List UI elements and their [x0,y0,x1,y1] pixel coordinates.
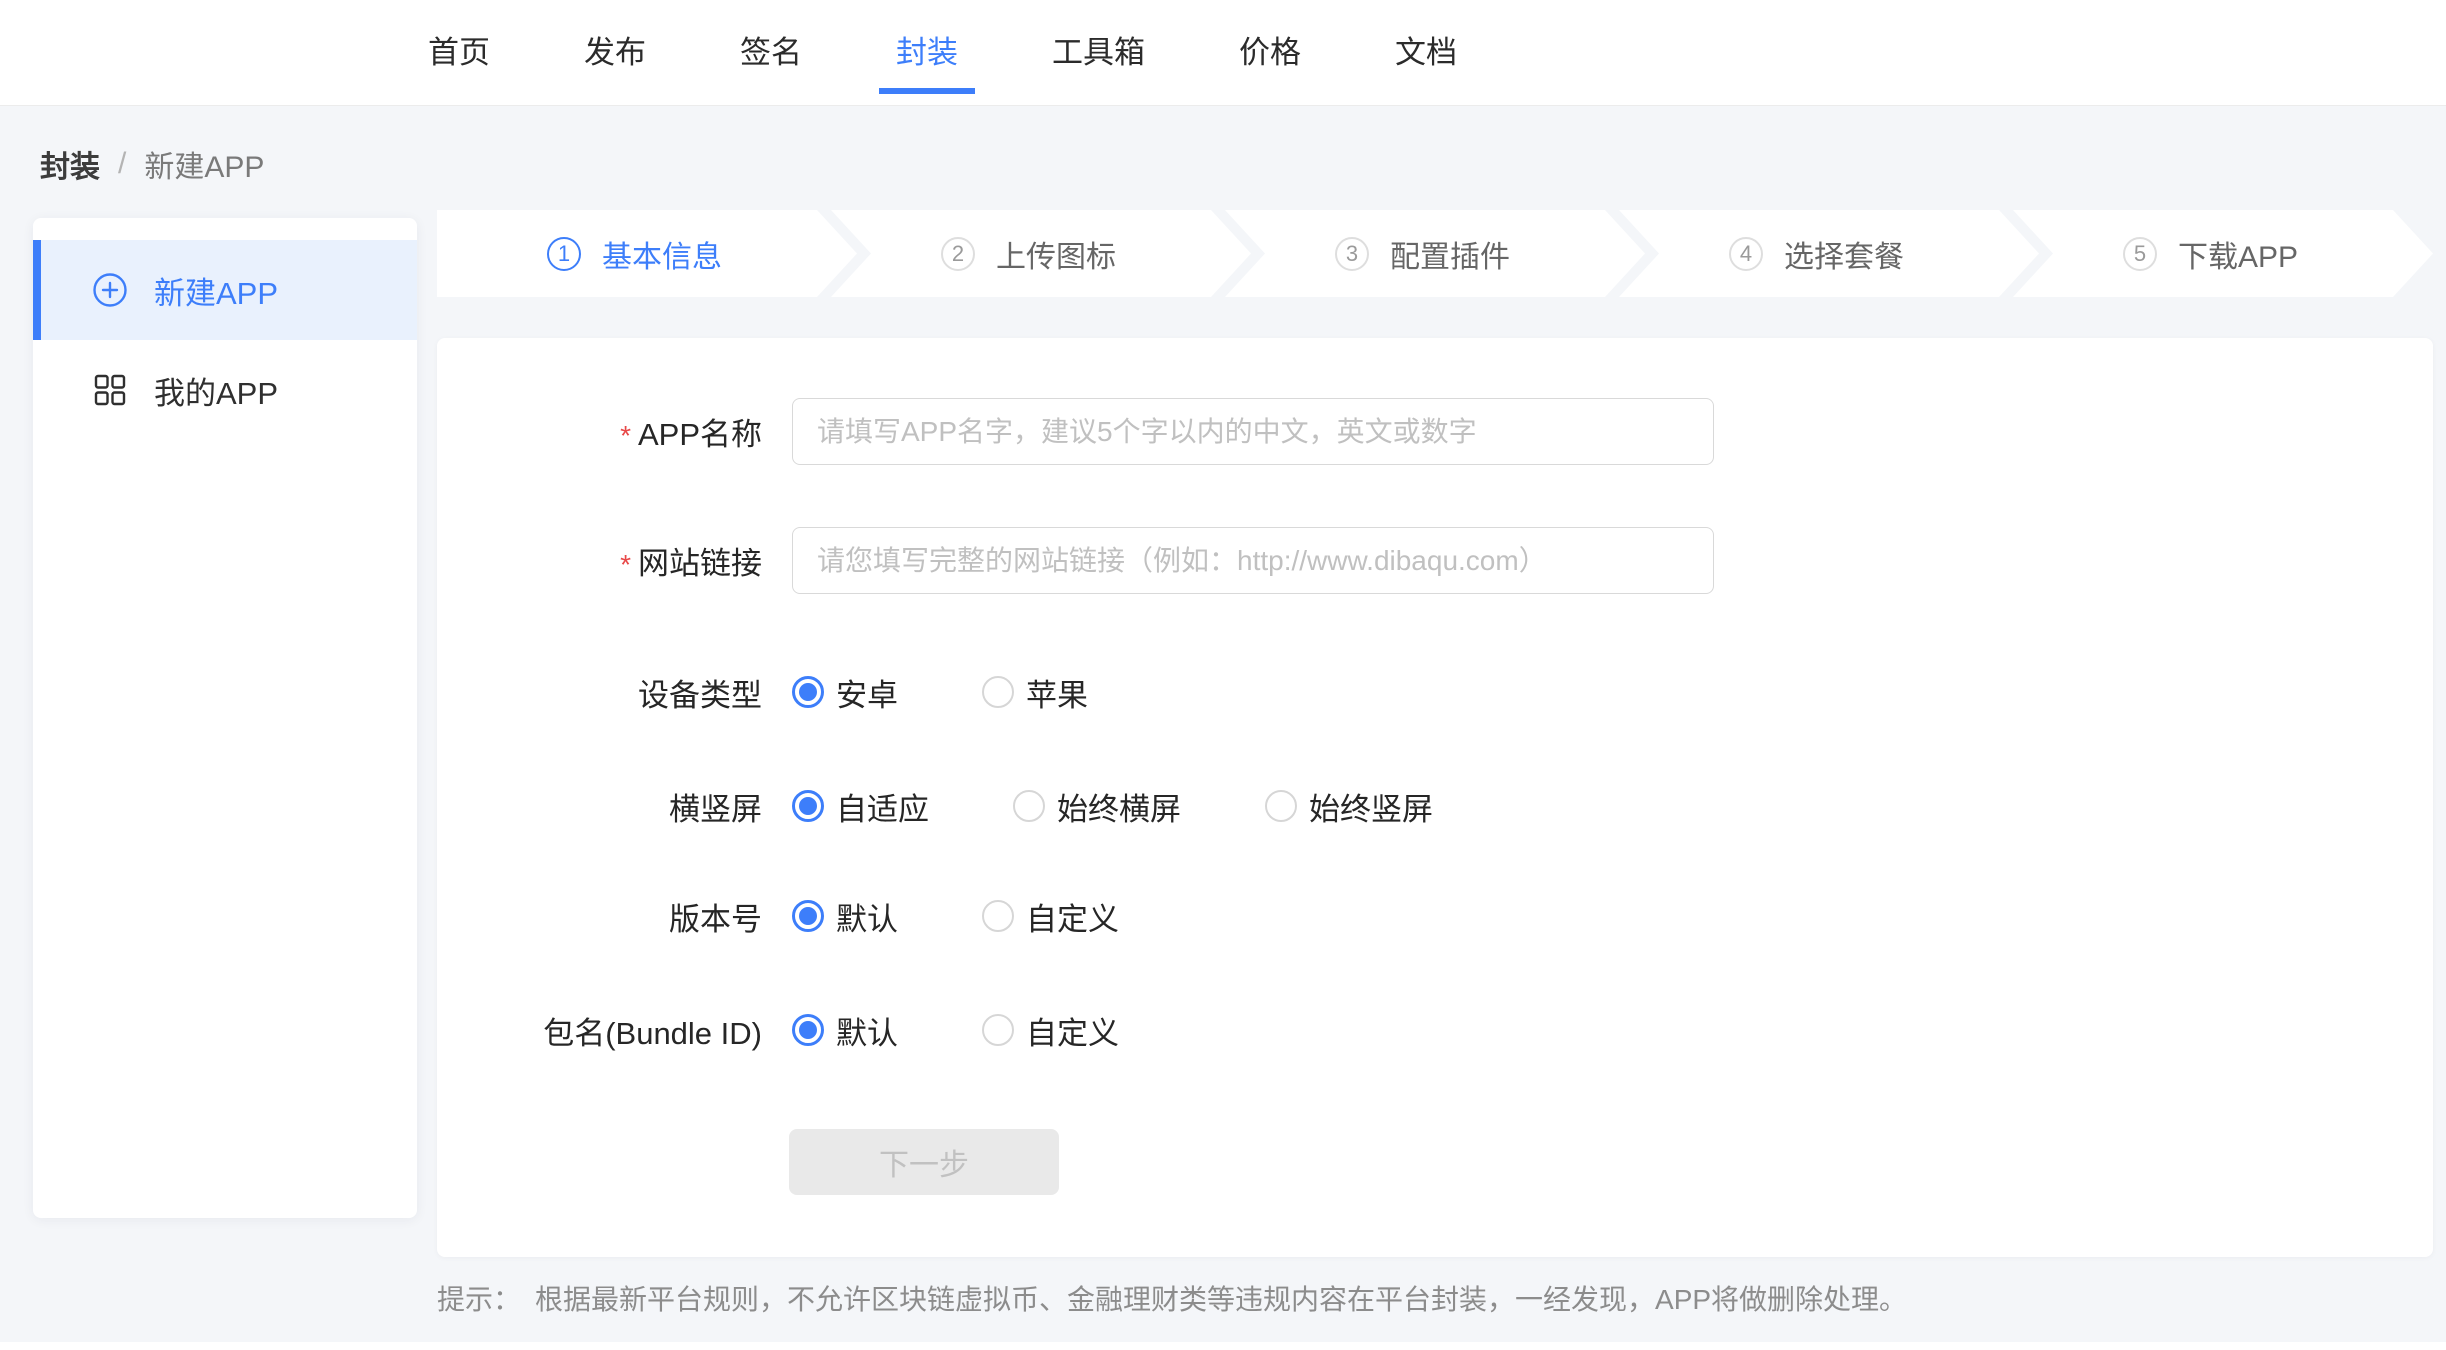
step-1-basic-info: 1 基本信息 [437,210,857,297]
breadcrumb-section[interactable]: 封装 [40,142,100,186]
radio-bundle-default[interactable]: 默认 [792,1008,898,1053]
form-row-site-url: *网站链接 [437,527,2433,594]
step-wizard: 1 基本信息 2 上传图标 3 配置插件 4 选择套餐 5 下载APP [437,210,2433,297]
nav-item-publish[interactable]: 发布 [584,0,646,105]
nav-item-docs[interactable]: 文档 [1395,0,1457,105]
step-number-badge: 2 [941,237,975,271]
step-5-download-app: 5 下载APP [2013,210,2433,297]
radio-version-default[interactable]: 默认 [792,894,898,939]
radio-label: 自定义 [1026,1008,1119,1053]
hint-text: 根据最新平台规则，不允许区块链虚拟币、金融理财类等违规内容在平台封装，一经发现，… [535,1278,1907,1318]
nav-item-toolbox[interactable]: 工具箱 [1052,0,1145,105]
sidebar-item-label: 我的APP [154,368,278,413]
site-url-input[interactable] [792,527,1714,594]
version-radio-group: 默认 自定义 [792,894,1119,939]
form-row-orientation: 横竖屏 自适应 始终横屏 始终竖屏 [437,786,2433,826]
form-row-device-type: 设备类型 安卓 苹果 [437,672,2433,712]
radio-dot [792,790,824,822]
step-number-badge: 1 [547,237,581,271]
radio-label: 始终横屏 [1057,784,1181,829]
sidebar-item-label: 新建APP [154,268,278,313]
sidebar-item-new-app[interactable]: 新建APP [33,240,417,340]
radio-label: 自适应 [836,784,929,829]
step-number-badge: 5 [2123,237,2157,271]
main-nav: 首页 发布 签名 封装 工具箱 价格 文档 [428,0,1457,105]
form-row-version: 版本号 默认 自定义 [437,896,2433,936]
plus-circle-icon [92,272,128,308]
grid-icon [92,372,128,408]
radio-dot [1013,790,1045,822]
hint-prefix: 提示： [437,1278,521,1318]
field-label-device-type: 设备类型 [437,670,762,715]
step-number-badge: 4 [1729,237,1763,271]
required-asterisk: * [620,420,631,451]
radio-label: 始终竖屏 [1309,784,1433,829]
radio-label: 苹果 [1026,670,1088,715]
radio-version-custom[interactable]: 自定义 [982,894,1119,939]
field-label-app-name: *APP名称 [437,409,762,454]
breadcrumb-separator: / [118,147,126,181]
radio-dot [792,900,824,932]
field-label-bundle-id: 包名(Bundle ID) [437,1008,762,1053]
radio-bundle-custom[interactable]: 自定义 [982,1008,1119,1053]
nav-item-package[interactable]: 封装 [896,0,958,105]
nav-item-home[interactable]: 首页 [428,0,490,105]
radio-dot [982,900,1014,932]
app-name-input[interactable] [792,398,1714,465]
sidebar: 新建APP 我的APP [33,218,417,1218]
basic-info-form-panel: *APP名称 *网站链接 设备类型 安卓 苹果 [437,338,2433,1257]
page: 首页 发布 签名 封装 工具箱 价格 文档 封装 / 新建APP 新建APP [0,0,2446,1350]
radio-label: 默认 [836,1008,898,1053]
radio-auto-orientation[interactable]: 自适应 [792,784,929,829]
platform-rules-hint: 提示： 根据最新平台规则，不允许区块链虚拟币、金融理财类等违规内容在平台封装，一… [437,1278,1907,1318]
form-row-bundle-id: 包名(Bundle ID) 默认 自定义 [437,1010,2433,1050]
radio-always-portrait[interactable]: 始终竖屏 [1265,784,1433,829]
radio-always-landscape[interactable]: 始终横屏 [1013,784,1181,829]
step-label: 选择套餐 [1784,232,1904,276]
required-asterisk: * [620,549,631,580]
nav-item-sign[interactable]: 签名 [740,0,802,105]
breadcrumb-current: 新建APP [144,142,264,186]
step-number-badge: 3 [1335,237,1369,271]
radio-dot [1265,790,1297,822]
radio-label: 自定义 [1026,894,1119,939]
step-3-configure-plugins: 3 配置插件 [1225,210,1645,297]
radio-dot [982,676,1014,708]
field-label-version: 版本号 [437,894,762,939]
step-label: 上传图标 [996,232,1116,276]
orientation-radio-group: 自适应 始终横屏 始终竖屏 [792,784,1433,829]
device-type-radio-group: 安卓 苹果 [792,670,1088,715]
breadcrumb: 封装 / 新建APP [40,142,264,186]
step-2-upload-icon: 2 上传图标 [831,210,1251,297]
bottom-strip [0,1342,2446,1350]
field-label-site-url: *网站链接 [437,538,762,583]
step-label: 下载APP [2178,232,2298,276]
next-step-button[interactable]: 下一步 [789,1129,1059,1195]
radio-dot [982,1014,1014,1046]
step-label: 配置插件 [1390,232,1510,276]
step-4-choose-plan: 4 选择套餐 [1619,210,2039,297]
form-row-app-name: *APP名称 [437,398,2433,465]
radio-ios[interactable]: 苹果 [982,670,1088,715]
bundle-id-radio-group: 默认 自定义 [792,1008,1119,1053]
sidebar-item-my-apps[interactable]: 我的APP [33,340,417,440]
top-navigation-bar: 首页 发布 签名 封装 工具箱 价格 文档 [0,0,2446,106]
nav-item-pricing[interactable]: 价格 [1239,0,1301,105]
radio-dot [792,1014,824,1046]
radio-dot [792,676,824,708]
radio-android[interactable]: 安卓 [792,670,898,715]
step-label: 基本信息 [602,232,722,276]
radio-label: 默认 [836,894,898,939]
field-label-orientation: 横竖屏 [437,784,762,829]
radio-label: 安卓 [836,670,898,715]
